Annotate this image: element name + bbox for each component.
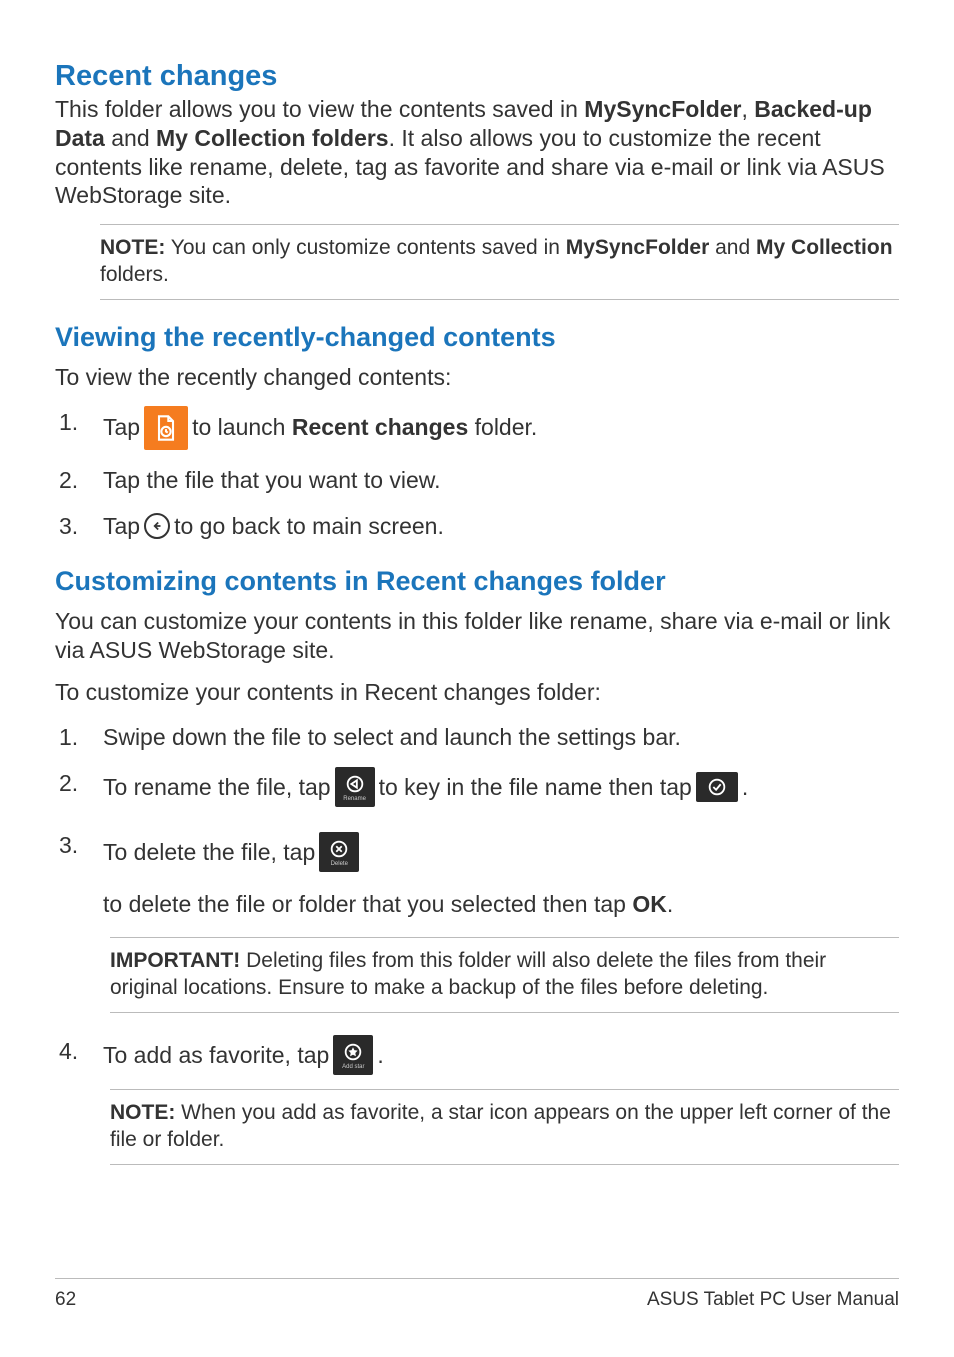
text: To add as favorite, tap — [103, 1039, 329, 1071]
step-1: 1. Swipe down the file to select and lau… — [55, 721, 899, 753]
step-body: To add as favorite, tap Add star . — [103, 1035, 899, 1075]
step-body: Tap to launch Recent changes folder. — [103, 406, 899, 450]
confirm-check-icon — [696, 772, 738, 802]
icon-sublabel: Delete — [331, 861, 348, 867]
step-number: 1. — [55, 721, 103, 753]
step-body: Tap the file that you want to view. — [103, 464, 899, 496]
folder-name-mysyncfolder: MySyncFolder — [566, 236, 710, 259]
step-body: To rename the file, tap Rename to key in… — [103, 767, 899, 807]
important-box: IMPORTANT! Deleting files from this fold… — [110, 937, 899, 1013]
text: to go back to main screen. — [174, 510, 444, 542]
customizing-lead-2: To customize your contents in Recent cha… — [55, 678, 899, 707]
text: to launch Recent changes folder. — [192, 411, 537, 443]
text: to delete the file or folder that you se… — [103, 891, 632, 917]
page-content: Recent changes This folder allows you to… — [0, 0, 954, 1165]
text: This folder allows you to view the conte… — [55, 96, 584, 122]
viewing-steps: 1. Tap to launch Recent changes folder. … — [55, 406, 899, 542]
heading-viewing: Viewing the recently-changed contents — [55, 322, 899, 353]
note-label: NOTE: — [100, 236, 165, 259]
heading-customizing: Customizing contents in Recent changes f… — [55, 566, 899, 597]
note-text: and — [709, 236, 756, 259]
intro-paragraph: This folder allows you to view the conte… — [55, 95, 899, 210]
step-2: 2. Tap the file that you want to view. — [55, 464, 899, 496]
page-number: 62 — [55, 1289, 76, 1311]
rename-icon: Rename — [335, 767, 375, 807]
text: Tap — [103, 411, 140, 443]
note-label: NOTE: — [110, 1101, 175, 1124]
step-number: 3. — [55, 829, 103, 861]
back-arrow-icon — [144, 513, 170, 539]
customizing-lead-1: You can customize your contents in this … — [55, 607, 899, 665]
text: to delete the file or folder that you se… — [103, 881, 673, 927]
text: . — [667, 891, 673, 917]
step-number: 1. — [55, 406, 103, 438]
manual-title: ASUS Tablet PC User Manual — [647, 1289, 899, 1311]
folder-name-mycollection: My Collection folders — [156, 125, 389, 151]
important-label: IMPORTANT! — [110, 949, 240, 972]
heading-recent-changes: Recent changes — [55, 60, 899, 93]
folder-name-mysyncfolder: MySyncFolder — [584, 96, 741, 122]
delete-icon: Delete — [319, 832, 359, 872]
text: to launch — [192, 414, 292, 440]
step-3: 3. To delete the file, tap Delete to del… — [55, 829, 899, 927]
add-star-icon: Add star — [333, 1035, 373, 1075]
viewing-lead: To view the recently changed contents: — [55, 363, 899, 392]
icon-sublabel: Add star — [342, 1064, 364, 1070]
text: folder. — [468, 414, 537, 440]
folder-name-mycollection: My Collection — [756, 236, 893, 259]
text: . — [742, 771, 748, 803]
icon-sublabel: Rename — [343, 796, 366, 802]
step-2: 2. To rename the file, tap Rename to key… — [55, 767, 899, 807]
recent-changes-folder-icon — [144, 406, 188, 450]
text: . — [377, 1039, 383, 1071]
ok-label: OK — [632, 891, 667, 917]
recent-changes-label: Recent changes — [292, 414, 468, 440]
text: and — [105, 125, 156, 151]
text: To delete the file, tap — [103, 829, 315, 875]
step-body: Tap to go back to main screen. — [103, 510, 899, 542]
step-4: 4. To add as favorite, tap Add star . — [55, 1035, 899, 1075]
customizing-steps: 1. Swipe down the file to select and lau… — [55, 721, 899, 1165]
step-number: 3. — [55, 510, 103, 542]
page-footer: 62 ASUS Tablet PC User Manual — [55, 1278, 899, 1311]
note-text: folders. — [100, 263, 169, 286]
step-1: 1. Tap to launch Recent changes folder. — [55, 406, 899, 450]
text: To rename the file, tap — [103, 771, 331, 803]
note-box-1: NOTE: You can only customize contents sa… — [100, 224, 899, 300]
text: to key in the file name then tap — [379, 771, 692, 803]
step-3: 3. Tap to go back to main screen. — [55, 510, 899, 542]
step-body: Swipe down the file to select and launch… — [103, 721, 899, 753]
text: Tap — [103, 510, 140, 542]
step-number: 2. — [55, 767, 103, 799]
step-number: 4. — [55, 1035, 103, 1067]
step-number: 2. — [55, 464, 103, 496]
text: , — [742, 96, 755, 122]
note-text: When you add as favorite, a star icon ap… — [110, 1101, 891, 1151]
note-text: You can only customize contents saved in — [165, 236, 565, 259]
note-box-2: NOTE: When you add as favorite, a star i… — [110, 1089, 899, 1165]
step-body: To delete the file, tap Delete to delete… — [103, 829, 899, 927]
